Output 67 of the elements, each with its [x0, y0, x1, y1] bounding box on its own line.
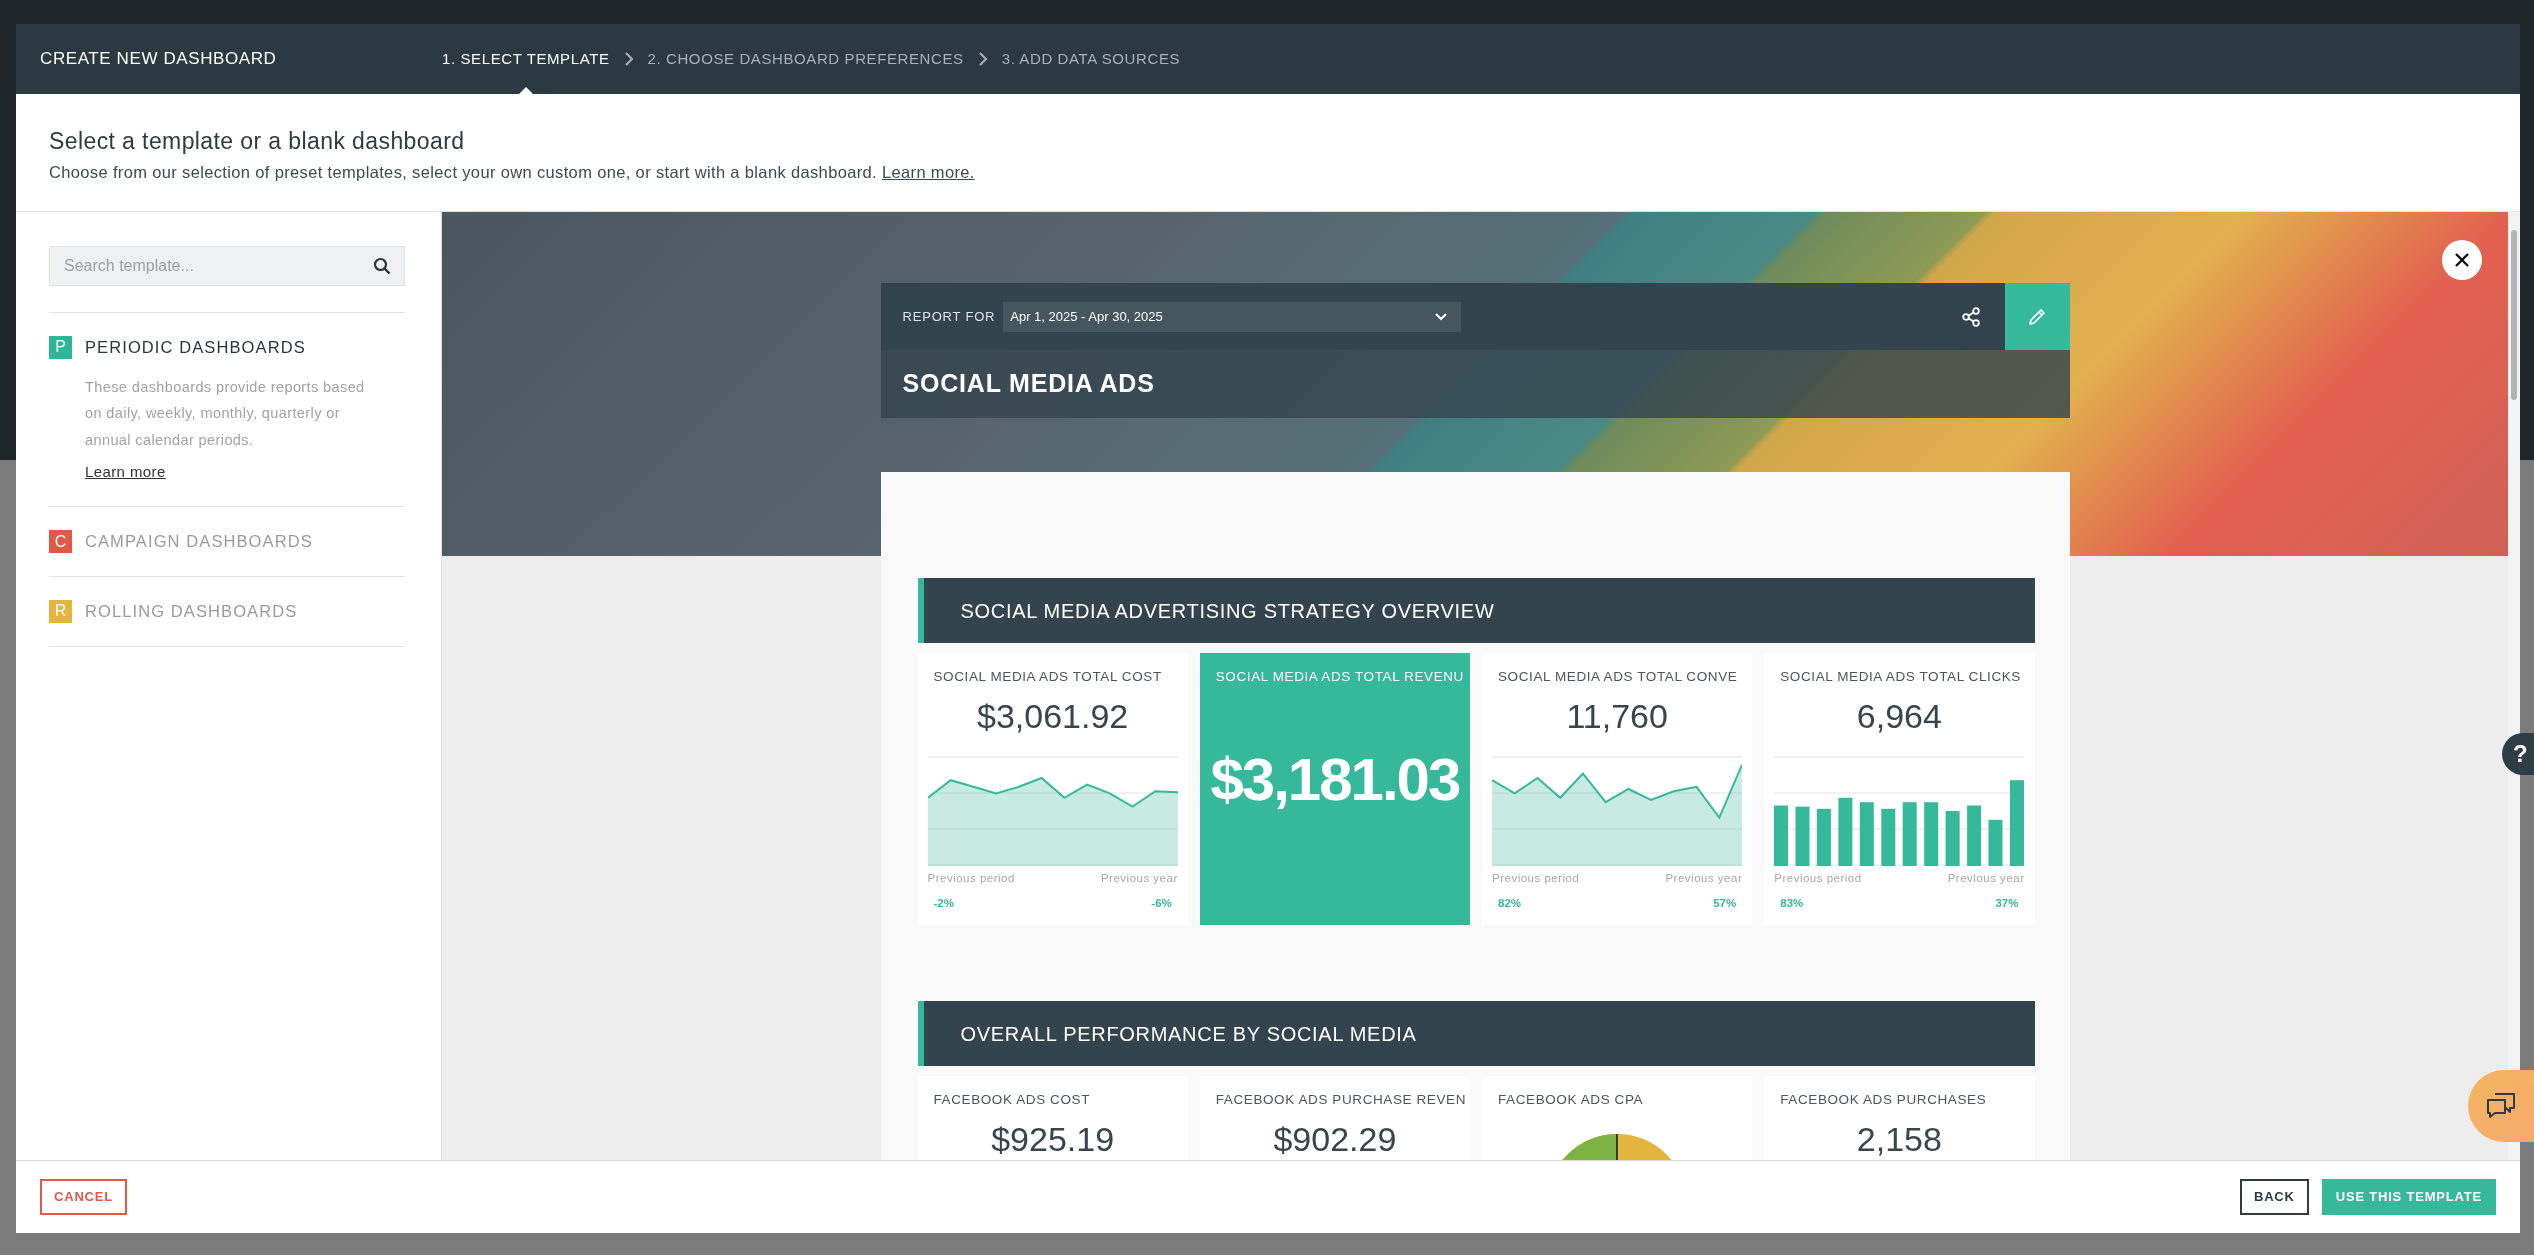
search-icon [373, 257, 391, 275]
chart-bar [1881, 809, 1896, 867]
step-tab[interactable]: 2. CHOOSE DASHBOARD PREFERENCES [645, 24, 966, 94]
comparison-label: Previous year [1100, 871, 1178, 887]
category-link[interactable]: PERIODIC DASHBOARDS [85, 335, 306, 360]
comparison-value: 83% [1780, 895, 1804, 911]
comparison-label: Previous period [1492, 871, 1580, 887]
comparison-value: 57% [1713, 895, 1737, 911]
chart-bar [1838, 798, 1853, 867]
dialog-title: CREATE NEW DASHBOARD [40, 48, 278, 71]
widget-title: FACEBOOK ADS PURCHASES [1780, 1091, 1987, 1109]
widget-title: FACEBOOK ADS PURCHASE REVEN [1215, 1091, 1466, 1109]
letter-badge: P [49, 335, 72, 359]
chat-bubbles-icon [2486, 1092, 2516, 1120]
comparison-label: Previous year [1947, 871, 2025, 887]
widget-title: FACEBOOK ADS COST [933, 1091, 1090, 1109]
chart-bar [1903, 802, 1918, 867]
dashboard-title: SOCIAL MEDIA ADS [880, 350, 2070, 418]
comparison-label: Previous period [927, 871, 1015, 887]
widget-value: 11,760 [1566, 696, 1668, 738]
intro-heading: Select a template or a blank dashboard [49, 128, 466, 156]
search-field[interactable]: Search template... [49, 246, 405, 286]
widget-title: FACEBOOK ADS CPA [1498, 1091, 1644, 1109]
category-description: These dashboards provide reports based on daily, weekly, monthly, quarterly or annual calendar periods. [85, 377, 365, 450]
widget-value: $3,181.03 [1210, 745, 1460, 816]
chevron-right-icon [623, 51, 634, 67]
cancel-button[interactable]: CANCEL [40, 1179, 127, 1215]
step-tab[interactable]: 3. ADD DATA SOURCES [999, 24, 1183, 94]
widget-value: 6,964 [1856, 696, 1942, 738]
share-icon[interactable] [1961, 306, 1980, 327]
widget-value: 2,158 [1856, 1119, 1942, 1160]
chart-bar [1946, 811, 1960, 867]
chart-bar [1817, 809, 1832, 867]
back-button[interactable]: BACK [2239, 1179, 2309, 1215]
comparison-value: 82% [1498, 895, 1522, 911]
section-header: OVERALL PERFORMANCE BY SOCIAL MEDIA [917, 1001, 2035, 1066]
letter-badge: C [49, 530, 72, 554]
widget-title: SOCIAL MEDIA ADS TOTAL COST [933, 668, 1162, 686]
comparison-value: -2% [933, 895, 954, 911]
pencil-icon [2027, 306, 2047, 327]
learn-more-link[interactable]: Learn more [85, 461, 166, 484]
widget-title: SOCIAL MEDIA ADS TOTAL CONVE [1498, 668, 1738, 686]
chart-bar [1988, 820, 2003, 867]
widget-title: SOCIAL MEDIA ADS TOTAL REVENU [1215, 668, 1464, 686]
learn-more-link[interactable]: Learn more. [881, 162, 975, 181]
chart-bar [1924, 802, 1939, 867]
step-tab[interactable]: 1. SELECT TEMPLATE [440, 24, 612, 94]
chart-bar [1860, 802, 1875, 867]
chevron-down-icon [1435, 312, 1448, 321]
intro-text: Choose from our selection of preset templates, select your own custom one, or start with a blank dashboard. Learn more. [49, 161, 976, 183]
widget-title: SOCIAL MEDIA ADS TOTAL CLICKS [1780, 668, 2021, 686]
letter-badge: R [49, 599, 72, 623]
chart-bar [1774, 805, 1789, 867]
chart-bar [1795, 806, 1810, 867]
close-icon [2454, 252, 2470, 268]
chart-bar [1967, 805, 1982, 867]
comparison-label: Previous period [1774, 871, 1862, 887]
comparison-value: -6% [1151, 895, 1172, 911]
widget-value: $3,061.92 [977, 696, 1129, 738]
widget-value: $902.29 [1273, 1119, 1397, 1160]
date-range-dropdown[interactable]: Apr 1, 2025 - Apr 30, 2025 [1003, 301, 1462, 332]
report-for-label: REPORT FOR [902, 307, 996, 326]
comparison-label: Previous year [1665, 871, 1743, 887]
chevron-right-icon [977, 51, 988, 67]
comparison-value: 37% [1995, 895, 2019, 911]
section-header: SOCIAL MEDIA ADVERTISING STRATEGY OVERVIEW [917, 578, 2035, 643]
widget-value: $925.19 [991, 1119, 1115, 1160]
